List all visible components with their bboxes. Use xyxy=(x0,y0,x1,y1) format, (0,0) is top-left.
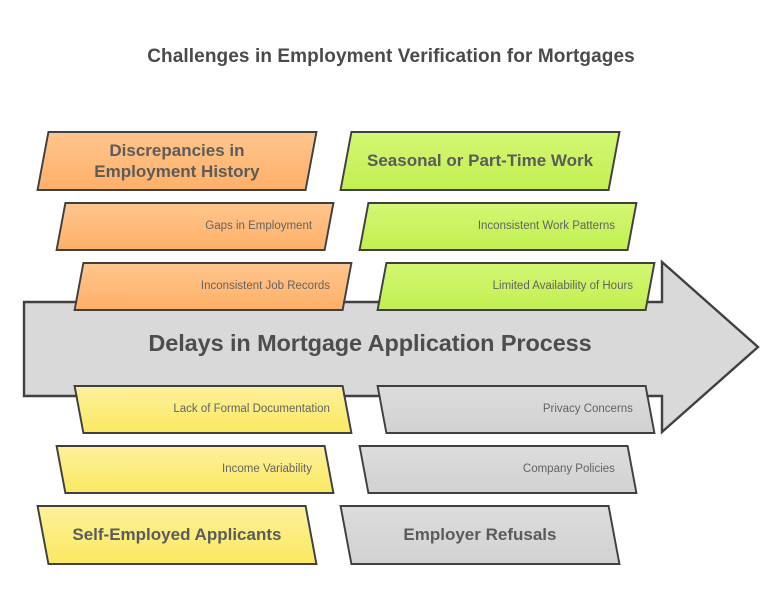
cause-box-company-policies[interactable]: Company Policies xyxy=(358,445,638,494)
cause-box-inconsistent-work-patterns[interactable]: Inconsistent Work Patterns xyxy=(358,202,638,251)
category-header-label: Employer Refusals xyxy=(403,525,557,545)
cause-box-gaps-in-employment[interactable]: Gaps in Employment xyxy=(55,202,335,251)
cause-box-income-variability[interactable]: Income Variability xyxy=(55,445,335,494)
cause-label: Company Policies xyxy=(522,463,615,476)
category-header-discrepancies[interactable]: Discrepancies in Employment History xyxy=(36,131,318,191)
category-header-label: Self-Employed Applicants xyxy=(72,525,282,545)
cause-label: Lack of Formal Documentation xyxy=(173,403,330,416)
category-header-self-employed[interactable]: Self-Employed Applicants xyxy=(36,505,318,565)
category-header-label: Seasonal or Part-Time Work xyxy=(366,151,594,171)
cause-box-lack-of-formal-documentation[interactable]: Lack of Formal Documentation xyxy=(73,385,353,434)
cause-box-privacy-concerns[interactable]: Privacy Concerns xyxy=(376,385,656,434)
cause-box-inconsistent-job-records[interactable]: Inconsistent Job Records xyxy=(73,262,353,311)
cause-label: Inconsistent Job Records xyxy=(200,280,330,293)
cause-label: Limited Availability of Hours xyxy=(492,280,633,293)
category-header-label: Discrepancies in Employment History xyxy=(94,140,260,181)
fishbone-diagram: Challenges in Employment Verification fo… xyxy=(0,0,782,614)
cause-label: Income Variability xyxy=(222,463,312,476)
central-effect-label: Delays in Mortgage Application Process xyxy=(148,330,592,356)
cause-label: Inconsistent Work Patterns xyxy=(477,220,615,233)
page-title: Challenges in Employment Verification fo… xyxy=(147,46,635,67)
category-header-seasonal[interactable]: Seasonal or Part-Time Work xyxy=(339,131,621,191)
cause-label: Privacy Concerns xyxy=(542,403,633,416)
cause-box-limited-availability-of-hours[interactable]: Limited Availability of Hours xyxy=(376,262,656,311)
cause-label: Gaps in Employment xyxy=(205,220,312,233)
category-header-employer-refusals[interactable]: Employer Refusals xyxy=(339,505,621,565)
